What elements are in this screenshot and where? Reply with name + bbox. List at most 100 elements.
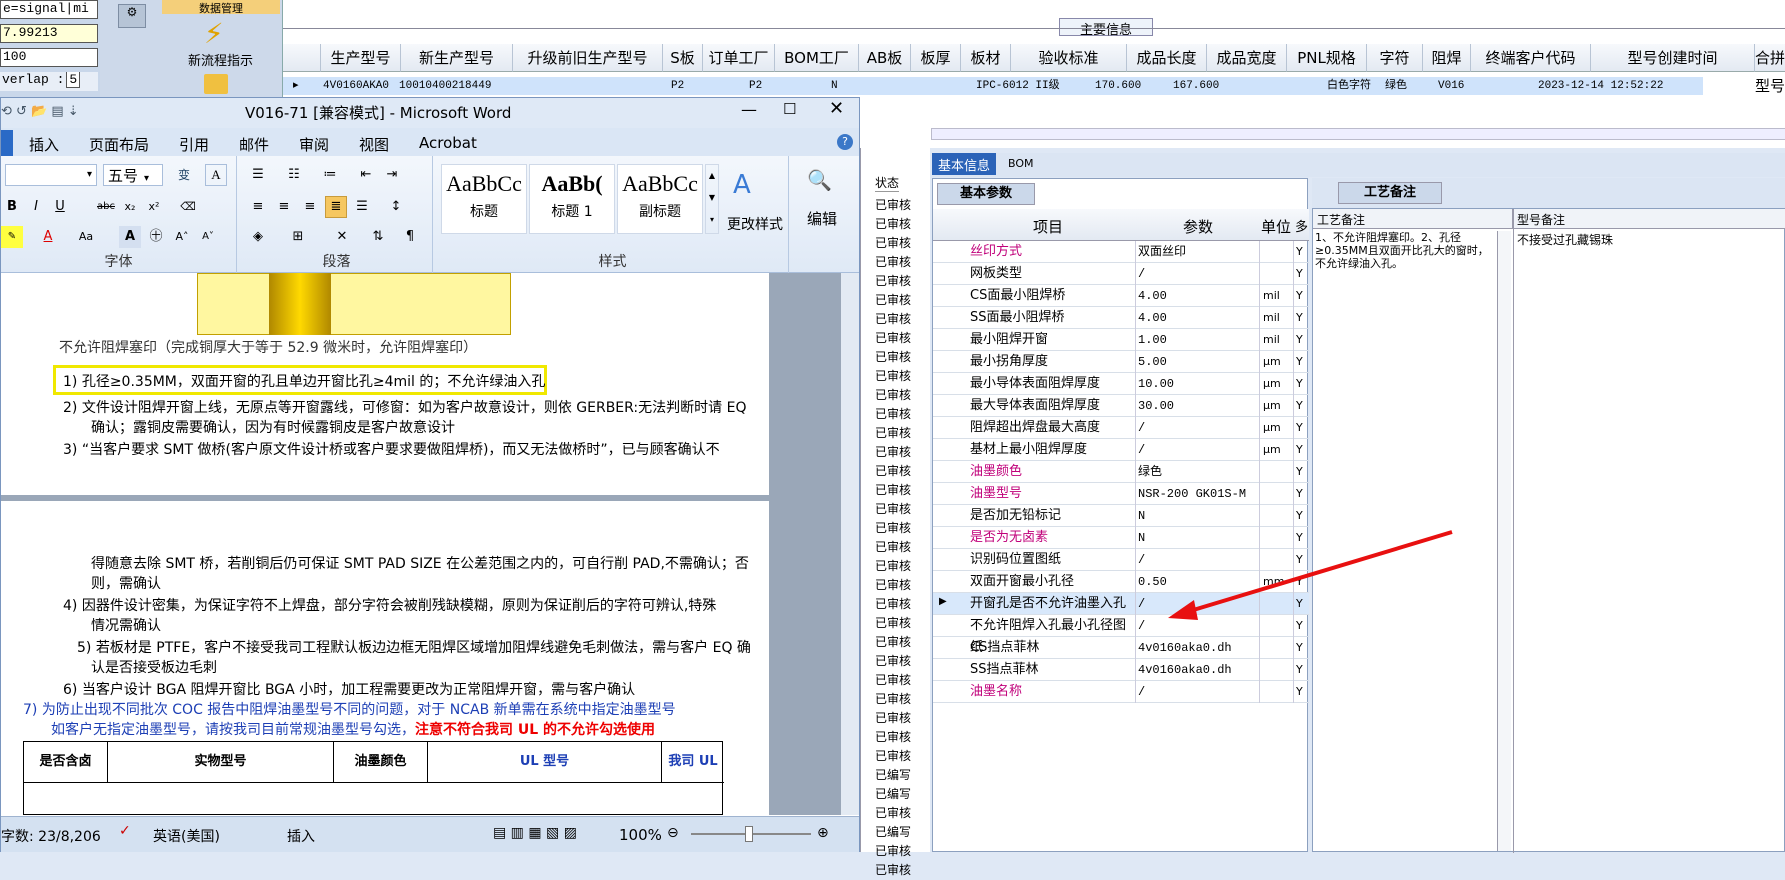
param-row[interactable]: 网板类型 / Y: [933, 263, 1309, 285]
subtab-basic-params[interactable]: 基本参数: [937, 183, 1035, 205]
status-cell[interactable]: 已审核: [875, 747, 911, 766]
param-row[interactable]: 最大导体表面阻焊厚度 30.00 μm Y: [933, 395, 1309, 417]
status-cell[interactable]: 已审核: [875, 671, 911, 690]
style-heading[interactable]: AaBbCc 标题: [441, 164, 527, 234]
tab-mailings[interactable]: 邮件: [239, 134, 269, 155]
status-cell[interactable]: 已审核: [875, 405, 911, 424]
status-cell[interactable]: 已审核: [875, 728, 911, 747]
col-header[interactable]: 合拼型号: [1755, 44, 1785, 95]
bold-icon[interactable]: B: [1, 196, 23, 218]
col-header[interactable]: 型号创建时间: [1591, 44, 1755, 72]
clear-format-icon[interactable]: ⌫: [177, 196, 199, 218]
status-cell[interactable]: 已审核: [875, 652, 911, 671]
increase-indent-icon[interactable]: ⇥: [381, 164, 403, 186]
multilevel-list-icon[interactable]: ≔: [319, 164, 341, 186]
shading-icon[interactable]: ◈: [247, 226, 269, 248]
param-value[interactable]: 30.00: [1136, 395, 1260, 417]
signal-field[interactable]: e=signal|mi: [0, 0, 98, 19]
param-value[interactable]: 4v0160aka0.dh: [1136, 637, 1260, 659]
value-field[interactable]: 7.99213: [0, 24, 98, 43]
param-value[interactable]: 4v0160aka0.dh: [1136, 659, 1260, 681]
col-header[interactable]: BOM工厂: [775, 44, 859, 72]
tab-layout[interactable]: 页面布局: [89, 134, 149, 155]
new-flow-button[interactable]: 新流程指示: [188, 50, 253, 69]
borders-icon[interactable]: ⊞: [287, 226, 309, 248]
zoom-slider-thumb[interactable]: [745, 826, 753, 842]
param-value[interactable]: /: [1136, 439, 1260, 461]
col-header[interactable]: PNL规格: [1287, 44, 1367, 72]
status-cell[interactable]: 已审核: [875, 196, 911, 215]
param-row[interactable]: 基材上最小阻焊厚度 / μm Y: [933, 439, 1309, 461]
param-row[interactable]: 油墨名称 / Y: [933, 681, 1309, 703]
proofing-icon[interactable]: ✓: [119, 823, 131, 839]
status-cell[interactable]: 已审核: [875, 348, 911, 367]
vertical-scrollbar[interactable]: [841, 273, 859, 815]
close-button[interactable]: ✕: [829, 98, 844, 119]
col-header[interactable]: 订单工厂: [703, 44, 775, 72]
align-left-icon[interactable]: ≡: [247, 196, 269, 218]
param-value[interactable]: /: [1136, 417, 1260, 439]
param-value[interactable]: 10.00: [1136, 373, 1260, 395]
tool-icon[interactable]: ⚙: [118, 4, 146, 28]
char-shading-icon[interactable]: A: [119, 226, 141, 248]
quick-access-toolbar[interactable]: ⟲ ↺ 📂 ▤ ⇣: [1, 104, 79, 119]
col-header[interactable]: 验收标准: [1011, 44, 1127, 72]
param-row[interactable]: 最小导体表面阻焊厚度 10.00 μm Y: [933, 373, 1309, 395]
status-cell[interactable]: 已审核: [875, 595, 911, 614]
tab-basic-info[interactable]: 基本信息: [932, 153, 997, 175]
tab-view[interactable]: 视图: [359, 134, 389, 155]
word-count[interactable]: 字数: 23/8,206: [1, 826, 101, 846]
shrink-font-icon[interactable]: A˅: [197, 226, 219, 248]
view-buttons[interactable]: ▤ ▥ ▦ ▧ ▨: [493, 825, 577, 841]
param-value[interactable]: /: [1136, 263, 1260, 285]
status-cell[interactable]: 已审核: [875, 519, 911, 538]
horizontal-scrollbar[interactable]: [931, 128, 1785, 140]
data-management-item[interactable]: 数据管理: [162, 0, 280, 15]
status-cell[interactable]: 已审核: [875, 500, 911, 519]
status-cell[interactable]: 已审核: [875, 253, 911, 272]
status-cell[interactable]: 已编写: [875, 823, 911, 842]
status-cell[interactable]: 已审核: [875, 861, 911, 880]
col-header[interactable]: AB板: [859, 44, 911, 72]
count-field[interactable]: 100: [0, 48, 98, 67]
subscript-icon[interactable]: x₂: [119, 196, 141, 218]
style-subtitle[interactable]: AaBbCc 副标题: [617, 164, 703, 234]
status-cell[interactable]: 已审核: [875, 424, 911, 443]
col-header[interactable]: 板材: [961, 44, 1011, 72]
param-row[interactable]: 油墨型号 NSR-200 GK01S-M Y: [933, 483, 1309, 505]
col-header[interactable]: 成品长度: [1127, 44, 1207, 72]
decrease-indent-icon[interactable]: ⇤: [355, 164, 377, 186]
param-row[interactable]: SS面最小阻焊桥 4.00 mil Y: [933, 307, 1309, 329]
language-status[interactable]: 英语(美国): [153, 826, 220, 846]
tab-references[interactable]: 引用: [179, 134, 209, 155]
superscript-icon[interactable]: x²: [143, 196, 165, 218]
status-cell[interactable]: 已审核: [875, 443, 911, 462]
param-value[interactable]: 1.00: [1136, 329, 1260, 351]
italic-icon[interactable]: I: [25, 196, 47, 218]
zoom-in-icon[interactable]: ⊕: [817, 825, 829, 841]
param-value[interactable]: 绿色: [1136, 461, 1260, 483]
craft-notes-text[interactable]: 1、不允许阻焊塞印。2、孔径≥0.35MM且双面开比孔大的窗时，不允许绿油入孔。: [1315, 231, 1491, 270]
status-cell[interactable]: 已审核: [875, 215, 911, 234]
col-header[interactable]: 成品宽度: [1207, 44, 1287, 72]
font-size-dropdown[interactable]: 五号 ▾: [103, 164, 163, 186]
status-cell[interactable]: 已审核: [875, 462, 911, 481]
status-cell[interactable]: 已审核: [875, 481, 911, 500]
craft-notes-scrollbar[interactable]: [1497, 231, 1511, 851]
change-case-icon[interactable]: Aa: [75, 226, 97, 248]
font-name-dropdown[interactable]: ▾: [5, 164, 97, 186]
insert-mode[interactable]: 插入: [287, 826, 315, 846]
distribute-icon[interactable]: ☰: [351, 196, 373, 218]
align-center-icon[interactable]: ≡: [273, 196, 295, 218]
status-cell[interactable]: 已审核: [875, 633, 911, 652]
underline-icon[interactable]: U: [49, 196, 71, 218]
sort-icon[interactable]: ⇅: [367, 226, 389, 248]
status-header[interactable]: 状态: [875, 174, 900, 192]
chinese-layout-icon[interactable]: ✕: [331, 226, 353, 248]
tab-craft-notes[interactable]: 工艺备注: [1338, 182, 1442, 204]
param-value[interactable]: 4.00: [1136, 307, 1260, 329]
col-header[interactable]: 升级前旧生产型号: [513, 44, 663, 72]
tab-acrobat[interactable]: Acrobat: [419, 134, 477, 152]
status-cell[interactable]: 已审核: [875, 310, 911, 329]
status-cell[interactable]: 已审核: [875, 367, 911, 386]
